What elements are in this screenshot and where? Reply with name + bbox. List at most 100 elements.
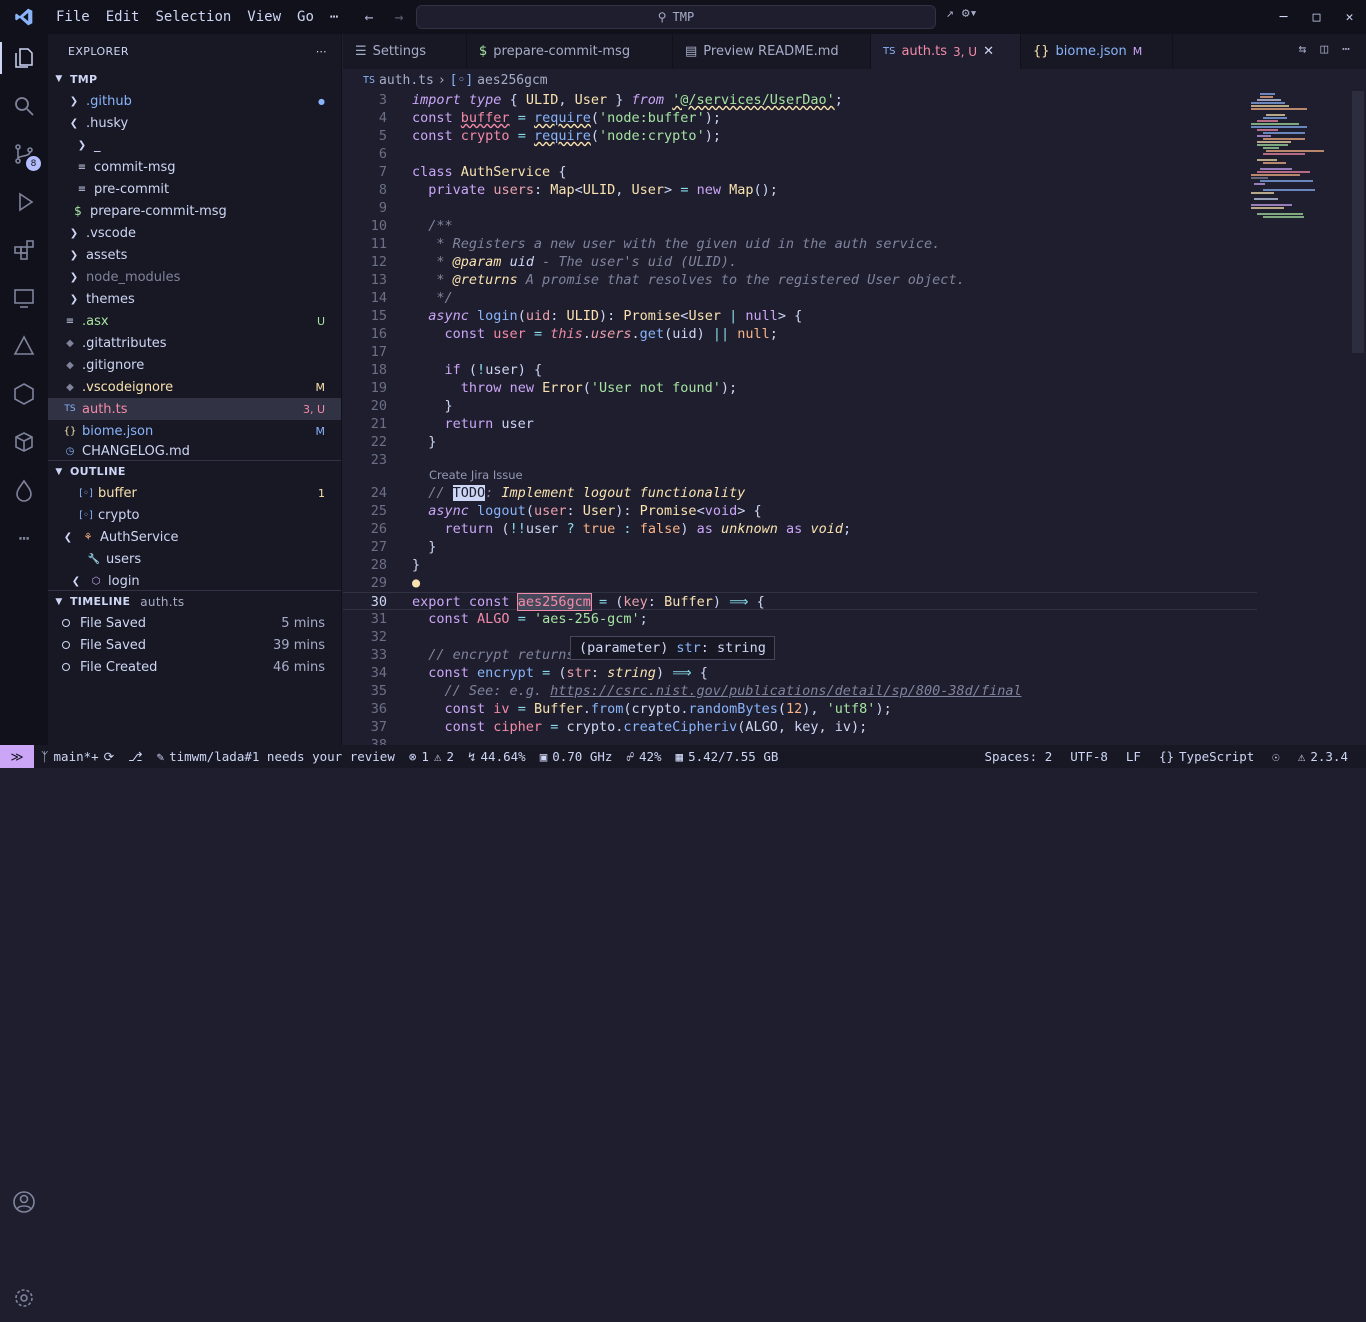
outline-item-authservice[interactable]: ❮ ⚘ AuthService bbox=[48, 526, 341, 548]
azure-icon[interactable] bbox=[0, 322, 48, 370]
git-file-icon: ◆ bbox=[66, 381, 74, 393]
copilot-icon[interactable]: ⚙▾ bbox=[962, 6, 978, 21]
search-view-icon[interactable] bbox=[0, 82, 48, 130]
maximize-icon[interactable]: □ bbox=[1300, 0, 1333, 34]
tree-item-prepare-commit-msg[interactable]: $ prepare-commit-msg bbox=[48, 200, 341, 222]
tree-item-vscodeignore[interactable]: ◆ .vscodeignore M bbox=[48, 376, 341, 398]
close-window-icon[interactable]: ✕ bbox=[1333, 0, 1366, 34]
outline-item-users[interactable]: 🔧 users bbox=[48, 548, 341, 570]
tree-item-pre-commit[interactable]: ≡ pre-commit bbox=[48, 178, 341, 200]
vertical-scrollbar[interactable] bbox=[1352, 91, 1364, 353]
review-indicator[interactable]: ✎ timwm/lada#1 needs your review bbox=[150, 749, 402, 764]
version-indicator[interactable]: ⚠ 2.3.4 bbox=[1289, 749, 1366, 764]
code-editor[interactable]: 3 import type { ULID, User } from '@/serv… bbox=[343, 91, 1366, 745]
tab-auth-ts[interactable]: TS auth.ts 3, U ✕ bbox=[871, 34, 1021, 69]
code-line: 23 bbox=[343, 451, 1257, 469]
tree-item-biome-json[interactable]: {} biome.json M bbox=[48, 420, 341, 442]
indentation-indicator[interactable]: Spaces: 2 bbox=[976, 749, 1062, 764]
tree-item-commit-msg[interactable]: ≡ commit-msg bbox=[48, 156, 341, 178]
tab-settings[interactable]: ☰ Settings bbox=[343, 34, 467, 69]
tree-item-assets[interactable]: ❯ assets bbox=[48, 244, 341, 266]
containers-icon[interactable] bbox=[0, 418, 48, 466]
code-line: 12 * @param uid - The user's uid (ULID). bbox=[343, 253, 1257, 271]
testing-icon[interactable] bbox=[0, 370, 48, 418]
more-actions-icon[interactable]: ⋯ bbox=[316, 45, 327, 58]
tab-prepare-commit-msg[interactable]: $ prepare-commit-msg bbox=[467, 34, 673, 69]
timeline-item[interactable]: File Saved 39 mins bbox=[48, 634, 341, 656]
timeline-item-label: File Saved bbox=[80, 615, 147, 631]
tree-item-vscode[interactable]: ❯ .vscode bbox=[48, 222, 341, 244]
back-arrow-icon[interactable]: ← bbox=[358, 6, 380, 28]
encoding-indicator[interactable]: UTF-8 bbox=[1061, 749, 1117, 764]
extensions-icon[interactable] bbox=[0, 226, 48, 274]
tree-item-themes[interactable]: ❯ themes bbox=[48, 288, 341, 310]
close-tab-icon[interactable]: ✕ bbox=[983, 44, 994, 59]
minimap-line bbox=[1257, 135, 1271, 137]
manage-gear-icon[interactable] bbox=[0, 1274, 48, 1322]
tab-biome-json[interactable]: {} biome.json M bbox=[1021, 34, 1173, 69]
remote-icon: ≫ bbox=[10, 749, 24, 764]
open-external-icon[interactable]: ↗ bbox=[946, 6, 954, 21]
more-actions-icon[interactable]: ⋯ bbox=[1342, 42, 1350, 57]
line-number: 28 bbox=[370, 557, 387, 573]
minimize-icon[interactable]: ─ bbox=[1267, 0, 1300, 34]
compare-changes-icon[interactable]: ⇆ bbox=[1299, 42, 1307, 57]
outline-item-crypto[interactable]: [◦] crypto bbox=[48, 504, 341, 526]
tree-item-gitignore[interactable]: ◆ .gitignore bbox=[48, 354, 341, 376]
timeline-item[interactable]: File Created 46 mins bbox=[48, 656, 341, 678]
folder-root[interactable]: ▼ TMP bbox=[48, 68, 341, 90]
split-editor-icon[interactable]: ◫ bbox=[1320, 42, 1328, 57]
minimap-line bbox=[1257, 171, 1310, 173]
source-control-icon[interactable]: 8 bbox=[0, 130, 48, 178]
copilot-status[interactable]: ☉ bbox=[1263, 749, 1289, 764]
timeline-item[interactable]: File Saved 5 mins bbox=[48, 612, 341, 634]
tree-item-github[interactable]: ❯ .github ● bbox=[48, 90, 341, 112]
forward-arrow-icon[interactable]: → bbox=[388, 6, 410, 28]
line-number: 33 bbox=[370, 647, 387, 663]
tree-item-gitattributes[interactable]: ◆ .gitattributes bbox=[48, 332, 341, 354]
minimap-line bbox=[1251, 123, 1299, 125]
breadcrumb-file[interactable]: auth.ts bbox=[379, 73, 434, 88]
tree-item-asx[interactable]: ≡ .asx U bbox=[48, 310, 341, 332]
menu-edit[interactable]: Edit bbox=[98, 9, 148, 25]
account-icon[interactable] bbox=[0, 1178, 48, 1226]
remote-explorer-icon[interactable] bbox=[0, 274, 48, 322]
menu-file[interactable]: File bbox=[48, 9, 98, 25]
outline-item-login[interactable]: ❮ ⬡ login bbox=[48, 570, 341, 590]
memory-indicator[interactable]: ▦ 5.42/7.55 GB bbox=[669, 749, 786, 764]
outline-header[interactable]: ▼ OUTLINE bbox=[48, 460, 341, 482]
tree-item-node-modules[interactable]: ❯ node_modules bbox=[48, 266, 341, 288]
cpu-indicator[interactable]: ↯ 44.64% bbox=[461, 749, 533, 764]
more-views-icon[interactable]: ⋯ bbox=[0, 514, 48, 562]
tab-preview-readme[interactable]: ▤ Preview README.md bbox=[673, 34, 871, 69]
battery-indicator[interactable]: ☍ 42% bbox=[619, 749, 668, 764]
explorer-icon[interactable] bbox=[0, 34, 48, 82]
pull-request-indicator[interactable]: ⎇ bbox=[121, 749, 149, 764]
minimap[interactable] bbox=[1249, 91, 1353, 221]
problems-indicator[interactable]: ⊗ 1 ⚠ 2 bbox=[402, 749, 461, 764]
frequency-indicator[interactable]: ▣ 0.70 GHz bbox=[533, 749, 620, 764]
tree-item-underscore[interactable]: ❯ _ bbox=[48, 134, 341, 156]
tree-item-husky[interactable]: ❮ .husky bbox=[48, 112, 341, 134]
eol-indicator[interactable]: LF bbox=[1117, 749, 1150, 764]
menu-go[interactable]: Go bbox=[289, 9, 322, 25]
database-icon[interactable] bbox=[0, 466, 48, 514]
timeline-header[interactable]: ▼ TIMELINE auth.ts bbox=[48, 590, 341, 612]
menu-selection[interactable]: Selection bbox=[147, 9, 239, 25]
menu-view[interactable]: View bbox=[239, 9, 289, 25]
outline-item-buffer[interactable]: [◦] buffer 1 bbox=[48, 482, 341, 504]
explorer-header: EXPLORER ⋯ bbox=[48, 34, 341, 68]
language-indicator[interactable]: {} TypeScript bbox=[1150, 749, 1263, 764]
command-center-search[interactable]: ⚲ TMP bbox=[416, 5, 936, 29]
tree-item-changelog[interactable]: ◷ CHANGELOG.md bbox=[48, 442, 341, 460]
editor-tabs: ☰ Settings $ prepare-commit-msg ▤ Preview R… bbox=[343, 34, 1366, 69]
tree-item-auth-ts[interactable]: TS auth.ts 3, U bbox=[48, 398, 341, 420]
menu-more[interactable]: ⋯ bbox=[322, 9, 346, 25]
chevron-right-icon: ❯ bbox=[69, 227, 79, 239]
remote-indicator[interactable]: ≫ bbox=[0, 745, 34, 768]
run-debug-icon[interactable] bbox=[0, 178, 48, 226]
lightbulb-icon[interactable]: ● bbox=[412, 575, 420, 591]
breadcrumb-symbol[interactable]: aes256gcm bbox=[477, 73, 547, 88]
branch-indicator[interactable]: ᛉ main*+ ⟳ bbox=[34, 749, 121, 764]
codelens-create-jira-issue[interactable]: Create Jira Issue bbox=[429, 468, 523, 482]
